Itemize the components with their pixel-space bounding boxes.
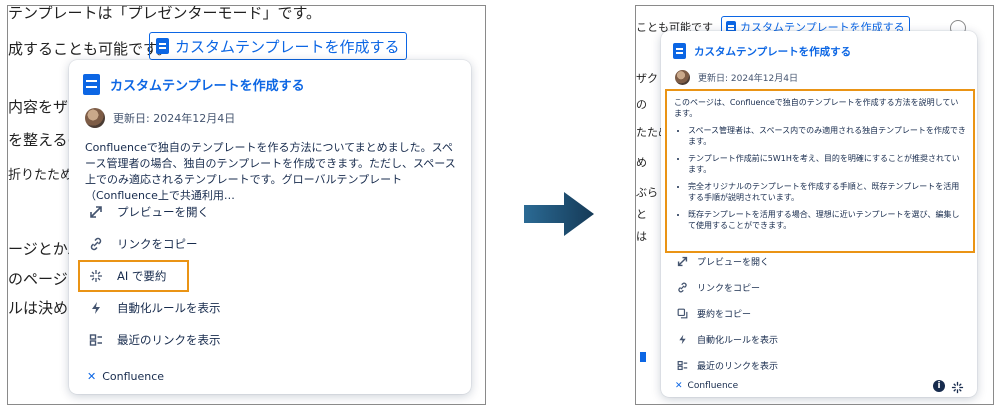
confluence-logo-icon: ✕ bbox=[87, 370, 97, 383]
ai-summarize-highlight bbox=[78, 260, 189, 292]
background-text: と bbox=[636, 208, 647, 221]
menu-recent-links[interactable]: 最近のリンクを表示 bbox=[87, 332, 221, 348]
page-icon bbox=[673, 43, 686, 59]
avatar bbox=[85, 108, 105, 128]
background-text: ザク bbox=[636, 72, 658, 85]
menu-label: 最近のリンクを表示 bbox=[117, 333, 221, 347]
card-footer: ✕ Confluence bbox=[675, 381, 738, 391]
recent-links-icon bbox=[87, 333, 105, 347]
summary-intro: このページは、Confluenceで独自のテンプレートを作成する方法を説明してい… bbox=[674, 98, 959, 118]
background-text: の bbox=[636, 98, 647, 111]
expand-icon bbox=[87, 205, 105, 219]
background-text: 折りたため bbox=[8, 168, 74, 183]
background-text: ぶら bbox=[636, 186, 658, 199]
copy-icon bbox=[675, 308, 689, 319]
background-text: 成することも可能です。 bbox=[8, 40, 172, 58]
updated-date: 更新日: 2024年12月4日 bbox=[113, 112, 236, 125]
avatar bbox=[675, 70, 690, 85]
menu-label: リンクをコピー bbox=[697, 284, 761, 294]
menu-label: 最近のリンクを表示 bbox=[697, 362, 779, 372]
right-screenshot: ことも可能です カスタムテンプレートを作成する ザク の たため め ぶら と … bbox=[635, 5, 994, 405]
menu-label: 要約をコピー bbox=[697, 310, 752, 320]
link-icon bbox=[87, 237, 105, 251]
template-page-link[interactable]: カスタムテンプレートを作成する bbox=[149, 32, 407, 60]
background-text: め bbox=[636, 156, 647, 169]
updated-date: 更新日: 2024年12月4日 bbox=[698, 74, 798, 84]
menu-copy-link[interactable]: リンクをコピー bbox=[87, 236, 198, 252]
card-title-text: カスタムテンプレートを作成する bbox=[110, 79, 305, 94]
menu-automation-rules[interactable]: 自動化ルールを表示 bbox=[675, 333, 778, 346]
page-icon bbox=[156, 38, 169, 54]
lightning-icon bbox=[675, 334, 689, 345]
background-text: ルは決め bbox=[8, 299, 69, 317]
arrow-icon bbox=[524, 192, 594, 240]
link-preview-card: カスタムテンプレートを作成する 更新日: 2024年12月4日 このページは、C… bbox=[661, 31, 977, 397]
menu-label: プレビューを開く bbox=[117, 205, 209, 219]
card-description: Confluenceで独自のテンプレートを作る方法についてまとめました。スペース… bbox=[85, 141, 456, 202]
menu-copy-summary[interactable]: 要約をコピー bbox=[675, 307, 751, 320]
recent-links-icon bbox=[675, 360, 689, 371]
background-text: テンプレートは「プレゼンターモード」です。 bbox=[8, 5, 322, 22]
page-link-label: カスタムテンプレートを作成する bbox=[175, 37, 400, 56]
card-title[interactable]: カスタムテンプレートを作成する bbox=[673, 43, 851, 59]
menu-automation-rules[interactable]: 自動化ルールを表示 bbox=[87, 300, 221, 316]
summary-point: 完全オリジナルのテンプレートを作成する手順と、既存テンプレートを活用する手順が説… bbox=[688, 181, 966, 203]
summary-point: テンプレート作成前に5W1Hを考え、目的を明確にすることが推奨されています。 bbox=[688, 153, 966, 175]
link-icon bbox=[675, 282, 689, 293]
summary-point: スペース管理者は、スペース内でのみ適用される独自テンプレートを作成できます。 bbox=[688, 125, 966, 147]
ai-summary: このページは、Confluenceで独自のテンプレートを作成する方法を説明してい… bbox=[674, 97, 966, 231]
summary-point: 既存テンプレートを活用する場合、理想に近いテンプレートを選び、編集して使用するこ… bbox=[688, 209, 966, 231]
left-screenshot: テンプレートは「プレゼンターモード」です。 成することも可能です。 カスタムテン… bbox=[7, 5, 486, 405]
summary-list: スペース管理者は、スペース内でのみ適用される独自テンプレートを作成できます。 テ… bbox=[674, 125, 966, 231]
link-preview-card: カスタムテンプレートを作成する 更新日: 2024年12月4日 Confluen… bbox=[69, 60, 471, 394]
menu-copy-link[interactable]: リンクをコピー bbox=[675, 281, 760, 294]
confluence-logo-icon: ✕ bbox=[675, 381, 683, 391]
card-meta: 更新日: 2024年12月4日 bbox=[675, 70, 798, 85]
footer-label: Confluence bbox=[687, 381, 739, 391]
menu-label: リンクをコピー bbox=[117, 237, 198, 251]
expand-icon bbox=[675, 256, 689, 267]
footer-label: Confluence bbox=[102, 370, 165, 383]
card-title[interactable]: カスタムテンプレートを作成する bbox=[83, 74, 305, 95]
page-icon bbox=[83, 74, 100, 95]
background-checkbox bbox=[640, 352, 646, 362]
menu-open-preview[interactable]: プレビューを開く bbox=[675, 255, 769, 268]
menu-recent-links[interactable]: 最近のリンクを表示 bbox=[675, 359, 778, 372]
card-title-text: カスタムテンプレートを作成する bbox=[694, 45, 852, 58]
background-text: は bbox=[636, 230, 647, 243]
ai-sparkle-icon[interactable] bbox=[951, 379, 964, 398]
info-icon[interactable]: i bbox=[933, 380, 945, 392]
menu-label: 自動化ルールを表示 bbox=[117, 301, 221, 315]
menu-open-preview[interactable]: プレビューを開く bbox=[87, 204, 209, 220]
menu-label: 自動化ルールを表示 bbox=[697, 336, 779, 346]
card-footer: ✕ Confluence bbox=[87, 370, 164, 383]
card-meta: 更新日: 2024年12月4日 bbox=[85, 108, 235, 128]
lightning-icon bbox=[87, 301, 105, 315]
menu-label: プレビューを開く bbox=[697, 258, 770, 268]
